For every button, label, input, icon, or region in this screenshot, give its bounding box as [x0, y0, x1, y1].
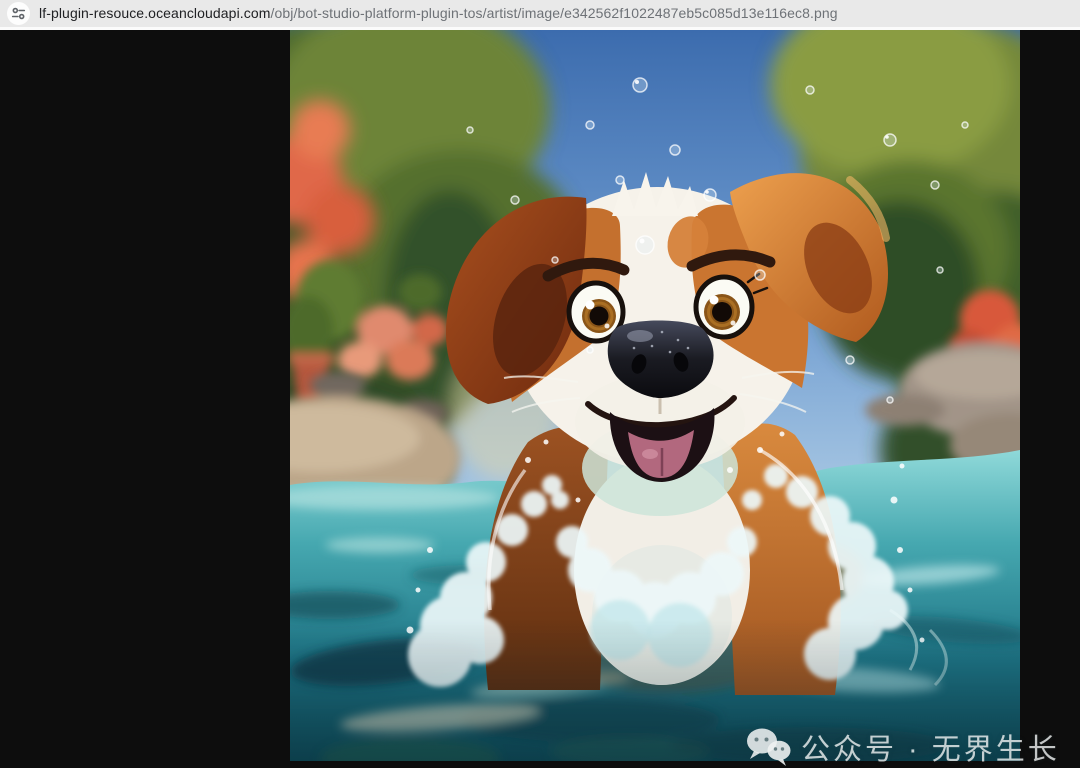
image-viewer-stage: 公众号 · 无界生长: [0, 30, 1080, 766]
dog-photo-illustration: [290, 30, 1020, 761]
url-domain: lf-plugin-resouce.oceancloudapi.com: [39, 5, 271, 21]
site-settings-button[interactable]: [7, 2, 30, 25]
page-top-edge: [0, 27, 1080, 30]
browser-url-bar[interactable]: lf-plugin-resouce.oceancloudapi.com/obj/…: [0, 0, 1080, 27]
url-path: /obj/bot-studio-platform-plugin-tos/arti…: [270, 5, 838, 21]
address-url-text[interactable]: lf-plugin-resouce.oceancloudapi.com/obj/…: [39, 0, 838, 27]
viewed-image[interactable]: [290, 30, 1020, 761]
tune-icon: [11, 7, 26, 20]
